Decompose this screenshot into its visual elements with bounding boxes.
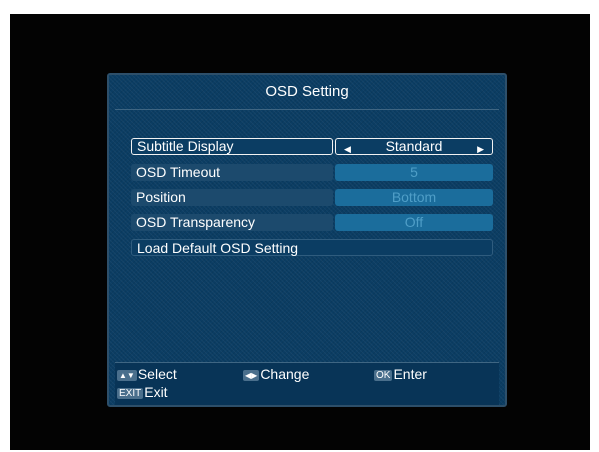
enter-hint-label: Enter (393, 366, 427, 382)
enter-hint: OK Enter (374, 367, 427, 382)
load-default-label: Load Default OSD Setting (137, 240, 299, 256)
select-hint-label: Select (137, 366, 177, 382)
title-divider (115, 109, 499, 110)
ok-key-icon: OK (374, 369, 393, 381)
up-down-key-icon: ▲▼ (117, 369, 137, 381)
exit-hint-label: Exit (144, 384, 168, 400)
osd-setting-dialog: OSD Setting Subtitle Display ◀ Standard … (107, 73, 507, 407)
osd-timeout-value[interactable]: 5 (335, 164, 493, 181)
position-value[interactable]: Bottom (335, 189, 493, 206)
menu-item-osd-timeout[interactable]: OSD Timeout (131, 164, 333, 181)
menu-item-subtitle-display[interactable]: Subtitle Display (131, 138, 333, 155)
menu-item-label: OSD Transparency (136, 214, 256, 230)
osd-transparency-value[interactable]: Off (335, 214, 493, 231)
menu-item-label: Position (136, 189, 186, 205)
key-hint-bar: ▲▼ Select ◀▶ Change OK Enter EXIT Exit (115, 362, 499, 405)
exit-key-icon: EXIT (117, 387, 144, 399)
arrow-left-icon[interactable]: ◀ (344, 142, 351, 156)
menu-item-label: OSD Timeout (136, 164, 221, 180)
change-hint-label: Change (260, 366, 310, 382)
change-hint: ◀▶ Change (243, 367, 309, 382)
left-right-key-icon: ◀▶ (243, 369, 260, 381)
exit-hint: EXIT Exit (117, 385, 168, 400)
load-default-osd-setting-button[interactable]: Load Default OSD Setting (131, 239, 493, 256)
tv-screen: OSD Setting Subtitle Display ◀ Standard … (10, 14, 590, 450)
arrow-right-icon[interactable]: ▶ (477, 142, 484, 156)
subtitle-display-value: Standard (385, 138, 443, 154)
menu-item-position[interactable]: Position (131, 189, 333, 206)
subtitle-display-selector[interactable]: ◀ Standard ▶ (335, 138, 493, 155)
dialog-title: OSD Setting (265, 83, 349, 100)
menu-item-osd-transparency[interactable]: OSD Transparency (131, 214, 333, 231)
select-hint: ▲▼ Select (117, 367, 177, 382)
menu-item-label: Subtitle Display (137, 138, 234, 154)
